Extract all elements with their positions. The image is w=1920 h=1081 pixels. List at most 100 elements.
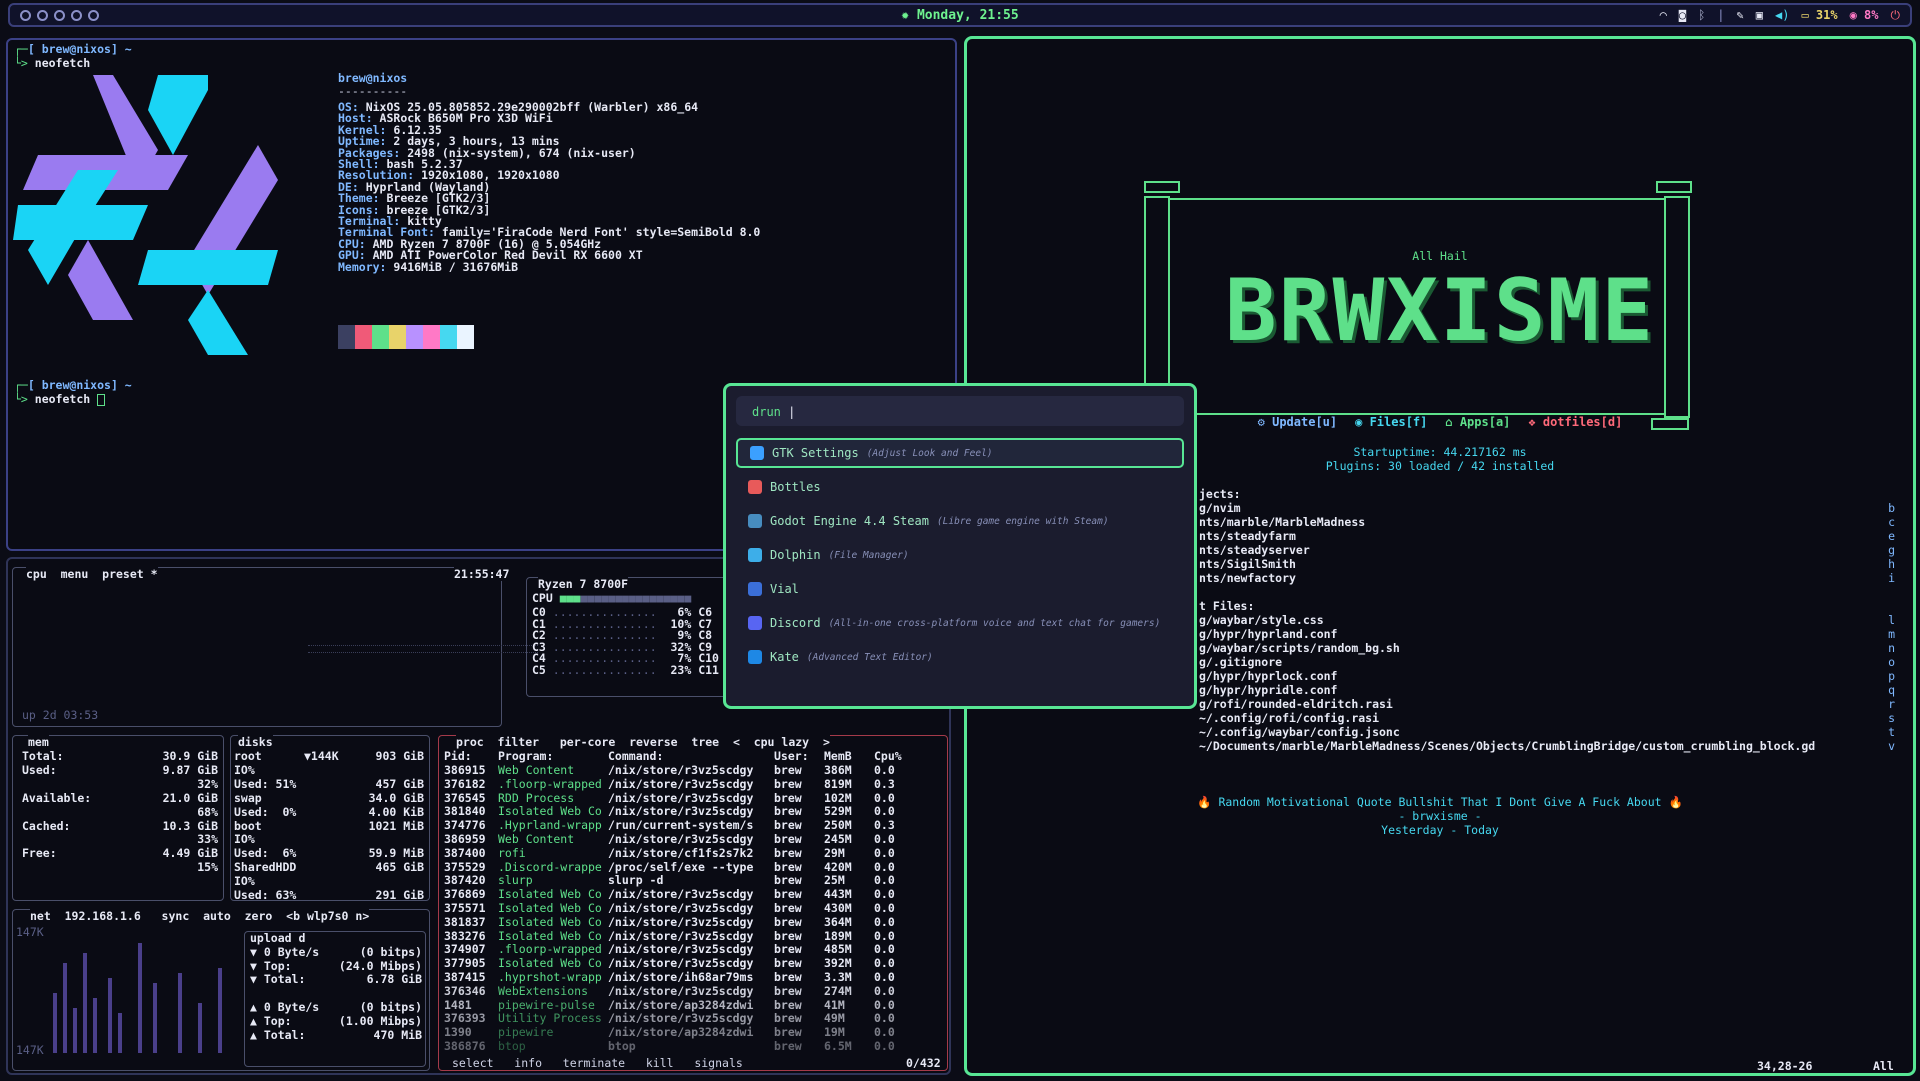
proc-column-header[interactable]: Pid: xyxy=(444,749,472,763)
table-row[interactable]: 1481 pipewire-pulse/nix/store/ap3284zdwi b… xyxy=(444,998,944,1012)
dashboard-button[interactable]: ◉ Files[f] xyxy=(1355,415,1427,429)
palette-swatch xyxy=(372,325,389,349)
list-item[interactable]: g/.gitignore o xyxy=(1127,655,1899,669)
table-row[interactable]: 386959 Web Content/nix/store/r3vz5scdgy br… xyxy=(444,832,944,846)
net-label: ▲ Top: xyxy=(250,1013,292,1028)
table-row[interactable]: 383276 Isolated Web Co/nix/store/r3vz5scd… xyxy=(444,929,944,943)
cpu-core-row: C5 ............... 23% C11 xyxy=(532,663,719,677)
app-launcher[interactable]: drun | GTK Settings (Adjust Look and Feel… xyxy=(723,383,1197,709)
power-icon[interactable]: ⏻ xyxy=(1891,8,1901,23)
launcher-item[interactable]: GTK Settings (Adjust Look and Feel) xyxy=(736,438,1184,468)
launcher-item[interactable]: Bottles xyxy=(736,472,1184,502)
list-item[interactable]: nts/marble/MarbleMadness c xyxy=(1199,515,1899,529)
list-item[interactable]: ~/Documents/marble/MarbleMadness/Scenes/… xyxy=(1127,739,1899,753)
color-picker-icon[interactable]: ✎ xyxy=(1737,8,1744,22)
disk-row: root ▼144K 903 GiB xyxy=(234,749,424,763)
table-row[interactable]: 387415 .hyprshot-wrapp/nix/store/ih68ar79… xyxy=(444,970,944,984)
workspace-2[interactable] xyxy=(37,9,48,21)
list-item[interactable]: g/nvim b xyxy=(1199,501,1899,515)
workspace-5[interactable] xyxy=(88,9,99,21)
wifi-icon[interactable]: ◠ xyxy=(1660,8,1667,22)
command-line-1: └> neofetch xyxy=(14,56,91,70)
list-item[interactable]: nts/newfactory i xyxy=(1199,571,1899,585)
workspace-1[interactable] xyxy=(20,9,31,21)
list-item[interactable]: nts/steadyfarm e xyxy=(1199,529,1899,543)
screenshot-icon[interactable]: ▣ xyxy=(1756,8,1763,22)
proc-column-header[interactable]: Cpu% xyxy=(874,749,902,763)
table-row[interactable]: 377905 Isolated Web Co/nix/store/r3vz5scd… xyxy=(444,956,944,970)
table-row[interactable]: 376545 RDD Process/nix/store/r3vz5scdgy br… xyxy=(444,791,944,805)
dashboard-button[interactable]: ⚙ Update[u] xyxy=(1258,415,1337,429)
info-key: Memory: xyxy=(338,259,387,274)
proc-cell: brew xyxy=(774,901,802,915)
net-header[interactable]: net 192.168.1.6 sync auto zero <b wlp7s0… xyxy=(30,909,370,923)
list-item[interactable]: g/rofi/rounded-eldritch.rasi r xyxy=(1127,697,1899,711)
net-value: (0 bitps) xyxy=(359,944,422,959)
list-item[interactable]: g/hypr/hyprlock.conf p xyxy=(1127,669,1899,683)
table-row[interactable]: 1390 pipewire/nix/store/ap3284zdwi brew 19M… xyxy=(444,1025,944,1039)
table-row[interactable]: 386876 btop btop brew 6.5M 0.0 xyxy=(444,1039,944,1053)
bluetooth-icon[interactable]: ᛒ xyxy=(1698,8,1705,22)
disk-row: Used: 63% 291 GiB xyxy=(234,888,424,902)
discord-icon[interactable]: ◙ xyxy=(1679,8,1686,22)
proc-header[interactable]: proc filter per-core reverse tree < cpu … xyxy=(456,735,830,749)
proc-cell: /nix/store/r3vz5scdgy xyxy=(608,763,754,777)
table-row[interactable]: 381837 Isolated Web Co/nix/store/r3vz5scd… xyxy=(444,915,944,929)
cpu-header[interactable]: cpu menu preset * xyxy=(26,567,158,581)
proc-column-header[interactable]: MemB xyxy=(824,749,852,763)
table-row[interactable]: 375529 .Discord-wrappe/proc/self/exe --ty… xyxy=(444,860,944,874)
table-row[interactable]: 376869 Isolated Web Co/nix/store/r3vz5scd… xyxy=(444,887,944,901)
net-value: 6.78 GiB xyxy=(366,972,422,987)
mem-header[interactable]: mem xyxy=(28,735,49,749)
dashboard-button[interactable]: ❖ dotfiles[d] xyxy=(1528,415,1622,429)
list-item[interactable]: g/hypr/hyprland.conf m xyxy=(1127,627,1899,641)
table-row[interactable]: 387420 slurp slurp -d brew 25M 0.0 xyxy=(444,873,944,887)
proc-column-header[interactable]: User: xyxy=(774,749,809,763)
workspace-3[interactable] xyxy=(54,9,65,21)
list-item[interactable]: nts/SigilSmith h xyxy=(1199,557,1899,571)
table-row[interactable]: 376182 .floorp-wrapped/nix/store/r3vz5scd… xyxy=(444,777,944,791)
list-item[interactable]: g/hypr/hypridle.conf q xyxy=(1127,683,1899,697)
proc-column-header[interactable]: Program: xyxy=(498,749,553,763)
disks-header[interactable]: disks xyxy=(238,735,273,749)
table-row[interactable]: 387400 rofi/nix/store/cf1fs2s7k2 brew 29M 0.… xyxy=(444,846,944,860)
workspace-4[interactable] xyxy=(71,9,82,21)
launcher-item[interactable]: Vial xyxy=(736,574,1184,604)
cpu-indicator[interactable]: ◉ 8% xyxy=(1850,8,1879,22)
table-row[interactable]: 386915 Web Content/nix/store/r3vz5scdgy br… xyxy=(444,763,944,777)
list-item[interactable]: nts/steadyserver g xyxy=(1199,543,1899,557)
table-row[interactable]: 374907 .floorp-wrapped/nix/store/r3vz5scd… xyxy=(444,942,944,956)
table-row[interactable]: 374776 .Hyprland-wrapp/run/current-system… xyxy=(444,818,944,832)
proc-cell: brew xyxy=(774,914,802,929)
net-graph xyxy=(53,943,222,1053)
list-item[interactable]: g/waybar/scripts/random_bg.sh n xyxy=(1127,641,1899,655)
net-stat-row: upload d xyxy=(250,931,422,945)
proc-footer[interactable]: select info terminate kill signals xyxy=(452,1056,743,1070)
launcher-item[interactable]: Discord (All-in-one cross-platform voice … xyxy=(736,608,1184,638)
clock[interactable]: ✹ Monday, 21:55 xyxy=(901,8,1018,23)
app-icon xyxy=(748,650,762,664)
disk-row: Used: 6% 59.9 MiB xyxy=(234,846,424,860)
launcher-item[interactable]: Dolphin (File Manager) xyxy=(736,540,1184,570)
table-row[interactable]: 376346 WebExtensions/nix/store/r3vz5scdgy… xyxy=(444,984,944,998)
launcher-item[interactable]: Kate (Advanced Text Editor) xyxy=(736,642,1184,672)
app-name: Kate xyxy=(770,650,799,664)
mem-value: 9.87 GiB xyxy=(162,762,218,777)
workspaces[interactable] xyxy=(10,9,99,21)
launcher-item[interactable]: Godot Engine 4.4 Steam (Libre game engine… xyxy=(736,506,1184,536)
proc-cell: 376393 xyxy=(444,1011,486,1026)
table-row[interactable]: 375571 Isolated Web Co/nix/store/r3vz5scd… xyxy=(444,901,944,915)
disk-label: Used: 63% xyxy=(234,888,297,902)
list-item[interactable]: g/waybar/style.css l xyxy=(1127,613,1899,627)
table-row[interactable]: 376393 Utility Process/nix/store/r3vz5scd… xyxy=(444,1011,944,1025)
proc-cell: 0.0 xyxy=(874,983,895,998)
dashboard-button[interactable]: ⌂ Apps[a] xyxy=(1445,415,1510,429)
volume-icon[interactable]: ◀) xyxy=(1775,8,1789,22)
list-item[interactable]: ~/.config/rofi/config.rasi s xyxy=(1127,711,1899,725)
mem-value: 32% xyxy=(197,776,218,791)
table-row[interactable]: 381840 Isolated Web Co/nix/store/r3vz5scd… xyxy=(444,804,944,818)
launcher-search-input[interactable]: drun | xyxy=(736,396,1184,426)
list-item[interactable]: ~/.config/waybar/config.jsonc t xyxy=(1127,725,1899,739)
battery-indicator[interactable]: ▭ 31% xyxy=(1801,8,1837,22)
proc-column-header[interactable]: Command: xyxy=(608,749,663,763)
